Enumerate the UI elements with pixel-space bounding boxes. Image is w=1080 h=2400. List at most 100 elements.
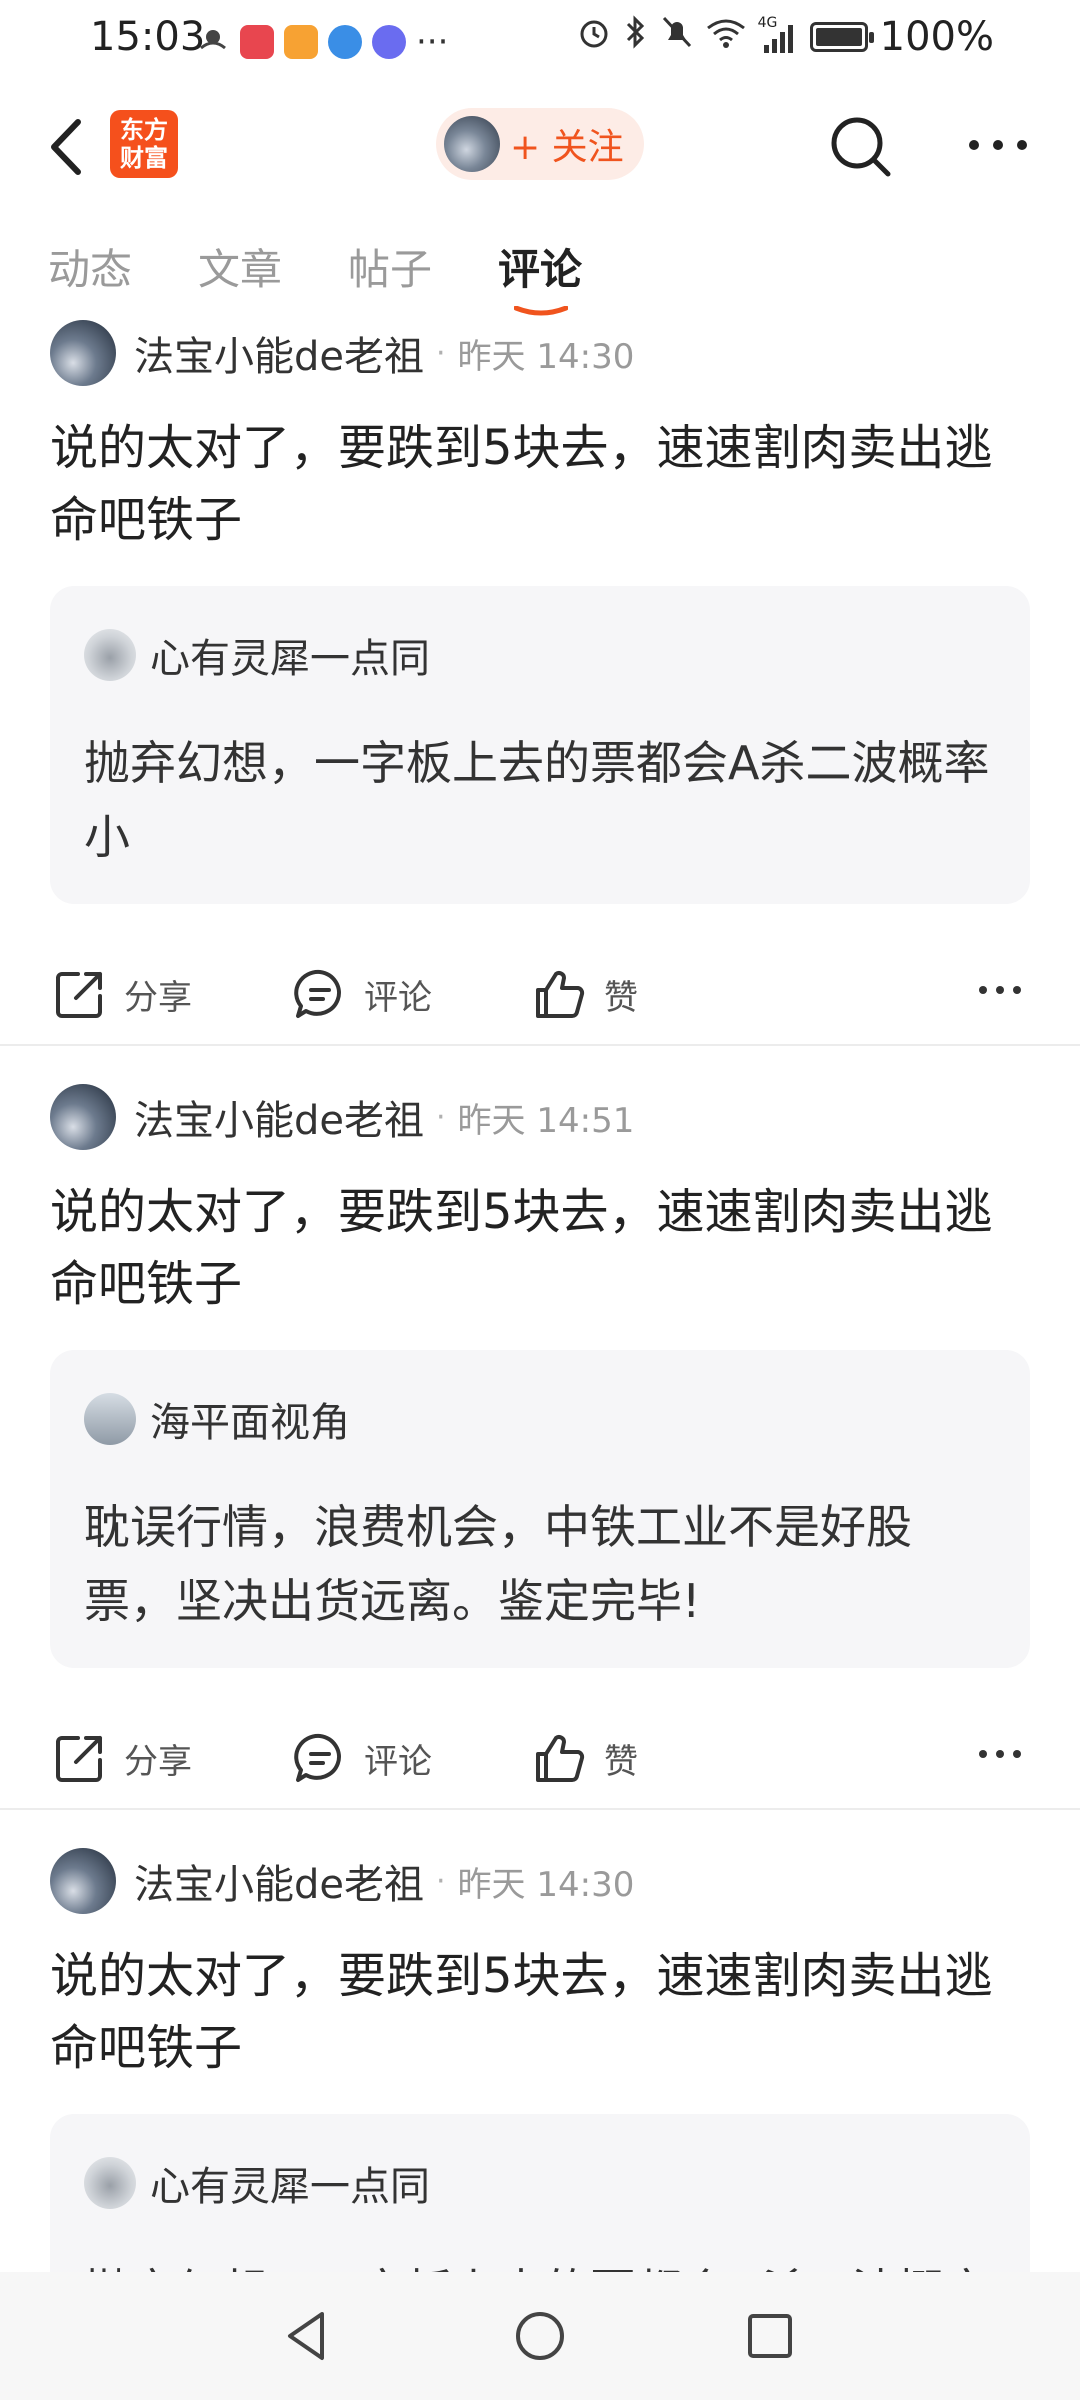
battery-icon [809,22,874,52]
comment-time: 昨天 14:51 [457,1100,635,1141]
quoted-header: 海平面视角 [84,1390,350,1448]
tab-dynamic[interactable]: 动态 [48,236,132,297]
comment-more-button[interactable] [976,1744,1024,1768]
comment-text[interactable]: 说的太对了，要跌到5块去，速速割肉卖出逃命吧铁子 [50,1940,1030,2084]
comment-label: 评论 [364,1741,432,1782]
separator-dot: · [436,1863,446,1899]
music-app-icon [372,24,406,59]
comment-header: 法宝小能de老祖 · 昨天 14:30 [50,318,634,388]
comment-icon [294,1733,341,1782]
like-button[interactable]: 赞 [532,1730,638,1786]
quoted-header: 心有灵犀一点同 [84,626,430,684]
share-button[interactable]: 分享 [52,966,192,1022]
search-button[interactable] [828,114,894,180]
nav-recents-button[interactable] [738,2304,802,2368]
share-icon [56,972,102,1018]
notification-icons: ··· [196,20,448,63]
quoted-author-name: 心有灵犀一点同 [150,636,430,682]
triangle-back-icon [288,2312,324,2360]
comment-feed: 法宝小能de老祖 · 昨天 14:30 说的太对了，要跌到5块去，速速割肉卖出逃… [0,318,1080,2272]
back-button[interactable] [44,112,94,182]
tab-comments[interactable]: 评论 [498,236,582,297]
huawei-app-icon [240,24,274,59]
quoted-header: 心有灵犀一点同 [84,2154,430,2212]
signal-icon: 4G [758,15,798,55]
do-not-disturb-icon [196,20,230,63]
status-bar: 15:03 ··· 4G 100% [0,0,1080,80]
tab-posts[interactable]: 帖子 [348,236,432,297]
divider [0,1808,1080,1810]
wifi-icon [706,14,746,60]
quoted-text: 耽误行情，浪费机会，中铁工业不是好股票，坚决出货远离。鉴定完毕! [84,1500,912,1628]
browser-app-icon [328,24,362,59]
author-name[interactable]: 法宝小能de老祖 [134,1088,424,1146]
circle-home-icon [516,2312,564,2360]
comment-time: 昨天 14:30 [457,1864,635,1905]
quoted-author-name: 心有灵犀一点同 [150,2164,430,2210]
like-label: 赞 [604,1741,638,1782]
separator-dot: · [436,1099,446,1135]
comment-time: 昨天 14:30 [457,336,635,377]
share-label: 分享 [124,977,192,1018]
more-dots-icon [979,1750,1021,1758]
share-icon [56,1736,102,1782]
bluetooth-icon [624,14,648,60]
battery-fill [815,28,862,46]
alarm-icon [576,14,612,60]
quoted-text: 抛弃幻想，一字板上去的票都会A杀二波概率小 [84,2254,996,2272]
profile-tabs: 动态 文章 帖子 评论 [0,236,1080,326]
more-notifications-icon: ··· [416,21,449,62]
system-navigation-bar [0,2272,1080,2400]
quoted-author-avatar [84,2157,136,2209]
logo-text-line2: 财富 [120,144,168,172]
back-arrow-icon [51,119,81,175]
follow-button[interactable]: + 关注 [436,108,644,180]
comment-actions: 分享 评论 赞 [0,1700,1080,1810]
divider [0,1044,1080,1046]
separator-dot: · [436,335,446,371]
comment-header: 法宝小能de老祖 · 昨天 14:51 [50,1082,634,1152]
comment-header: 法宝小能de老祖 · 昨天 14:30 [50,1846,634,1916]
author-name[interactable]: 法宝小能de老祖 [134,1852,424,1910]
like-button[interactable]: 赞 [532,966,638,1022]
thumbs-up-icon [536,1735,585,1782]
video-app-icon [284,24,318,59]
thumbs-up-icon [536,971,585,1018]
quoted-post[interactable]: 心有灵犀一点同 抛弃幻想，一字板上去的票都会A杀二波概率小 [50,2114,1030,2272]
mute-icon [660,14,694,60]
more-dots-icon [969,140,1027,150]
battery-percent: 100% [879,14,994,60]
nav-home-button[interactable] [508,2304,572,2368]
comment-actions: 分享 评论 赞 [0,936,1080,1046]
share-button[interactable]: 分享 [52,1730,192,1786]
author-avatar[interactable] [50,1084,116,1150]
quoted-post[interactable]: 海平面视角 耽误行情，浪费机会，中铁工业不是好股票，坚决出货远离。鉴定完毕! [50,1350,1030,1668]
comment-label: 评论 [364,977,432,1018]
app-header: 东方 财富 + 关注 [0,80,1080,210]
more-dots-icon [979,986,1021,994]
comment-icon [294,969,341,1018]
comment-text[interactable]: 说的太对了，要跌到5块去，速速割肉卖出逃命吧铁子 [50,412,1030,556]
eastmoney-logo: 东方 财富 [110,110,178,178]
comment-text[interactable]: 说的太对了，要跌到5块去，速速割肉卖出逃命吧铁子 [50,1176,1030,1320]
author-name[interactable]: 法宝小能de老祖 [134,324,424,382]
author-avatar[interactable] [50,1848,116,1914]
comment-button[interactable]: 评论 [292,966,432,1022]
search-icon [831,117,891,177]
follow-label: + 关注 [510,127,624,168]
nav-back-button[interactable] [276,2304,340,2368]
quoted-author-avatar [84,629,136,681]
quoted-author-name: 海平面视角 [150,1400,350,1446]
comment-more-button[interactable] [976,980,1024,1004]
user-avatar [444,116,500,172]
quoted-author-avatar [84,1393,136,1445]
comment-button[interactable]: 评论 [292,1730,432,1786]
active-tab-indicator [514,306,568,316]
quoted-text: 抛弃幻想，一字板上去的票都会A杀二波概率小 [84,736,990,864]
share-label: 分享 [124,1741,192,1782]
tab-articles[interactable]: 文章 [198,236,282,297]
quoted-post[interactable]: 心有灵犀一点同 抛弃幻想，一字板上去的票都会A杀二波概率小 [50,586,1030,904]
more-options-button[interactable] [958,120,1038,170]
author-avatar[interactable] [50,320,116,386]
logo-text-line1: 东方 [120,116,168,144]
